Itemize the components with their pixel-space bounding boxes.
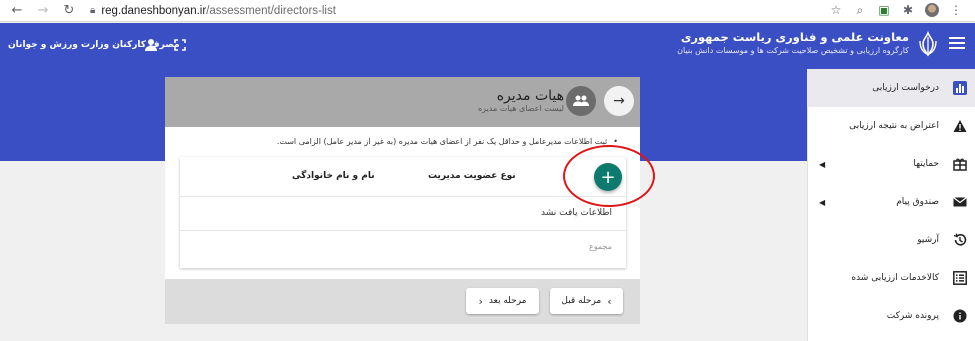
browser-nav: ← → ↻: [0, 3, 76, 18]
column-header-full-name[interactable]: نام و نام خانوادگی: [292, 171, 375, 181]
list-icon: [953, 271, 967, 285]
forward-arrow-icon[interactable]: →: [36, 3, 50, 18]
chevron-right-icon: ›: [607, 294, 612, 308]
reload-icon[interactable]: ↻: [62, 3, 76, 18]
sidebar-item-label: کالاخدمات ارزیابی شده: [851, 273, 939, 283]
people-icon: [573, 95, 589, 106]
sidebar-item-supports[interactable]: ◀ حمایتها: [807, 145, 975, 183]
sidebar-item-label: درخواست ارزیابی: [872, 83, 939, 93]
sidebar-item-company-file[interactable]: پرونده شرکت: [807, 297, 975, 335]
arrow-right-icon: →: [613, 93, 625, 109]
sidebar-item-assessed-products[interactable]: کالاخدمات ارزیابی شده: [807, 259, 975, 297]
profile-avatar[interactable]: [925, 3, 939, 17]
browser-extensions: ☆ ⌕ ▣ ✱ ⋮: [829, 3, 963, 17]
page-subtitle: لیست اعضای هیات مدیره: [477, 104, 564, 113]
highlight-circle: [563, 145, 655, 207]
extension-icon[interactable]: ▣: [877, 3, 891, 17]
back-arrow-icon[interactable]: ←: [10, 3, 24, 18]
chevron-left-icon: ‹: [478, 294, 483, 308]
org-subtitle: کارگروه ارزیابی و تشخیص صلاحیت شرکت ها و…: [677, 46, 909, 55]
sidebar-item-archive[interactable]: آرشیو: [807, 221, 975, 259]
directors-table: نوع عضویت مدیریت نام و نام خانوادگی اطلا…: [180, 157, 626, 268]
lock-icon[interactable]: 🔒︎: [90, 5, 95, 16]
table-header-row: نوع عضویت مدیریت نام و نام خانوادگی: [180, 157, 626, 197]
sidebar-item-inbox[interactable]: ◀ صندوق پیام: [807, 183, 975, 221]
sidebar-item-label: اعتراض به نتیجه ارزیابی: [849, 121, 939, 131]
previous-step-label: مرحله قبل: [561, 296, 602, 306]
sidebar-item-label: پرونده شرکت: [886, 311, 939, 321]
browser-toolbar: ← → ↻ 🔒︎ reg.daneshbonyan.ir/assessment/…: [0, 0, 975, 22]
bar-chart-icon: [953, 81, 967, 95]
sidebar-item-assessment-request[interactable]: درخواست ارزیابی: [807, 69, 975, 107]
page-title: هیات مدیره: [496, 88, 564, 104]
total-label: مجموع: [589, 242, 612, 251]
group-icon: [566, 86, 596, 116]
info-icon: [953, 309, 967, 323]
column-header-membership-type[interactable]: نوع عضویت مدیریت: [428, 171, 516, 181]
table-row: اطلاعات یافت نشد: [180, 197, 626, 231]
requirement-notice: ثبت اطلاعات مدیرعامل و حداقل یک نفر از ا…: [277, 137, 618, 146]
sidebar: درخواست ارزیابی اعتراض به نتیجه ارزیابی …: [807, 69, 975, 341]
fullscreen-icon[interactable]: [174, 39, 186, 51]
previous-step-button[interactable]: › مرحله قبل: [550, 288, 623, 314]
user-icon[interactable]: [144, 38, 158, 52]
sidebar-item-label: حمایتها: [913, 159, 939, 169]
empty-message: اطلاعات یافت نشد: [541, 208, 612, 218]
hamburger-menu-icon[interactable]: [949, 37, 965, 49]
puzzle-icon[interactable]: ✱: [901, 3, 915, 17]
sidebar-item-label: صندوق پیام: [896, 197, 939, 207]
browser-menu-icon[interactable]: ⋮: [949, 3, 963, 17]
warning-icon: [953, 120, 967, 132]
next-step-label: مرحله بعد: [488, 296, 527, 306]
history-icon: [953, 233, 967, 246]
org-title: معاونت علمی و فناوری ریاست جمهوری: [680, 30, 909, 44]
next-step-button[interactable]: مرحله بعد ‹: [466, 288, 539, 314]
address-bar[interactable]: reg.daneshbonyan.ir/assessment/directors…: [101, 5, 336, 17]
caret-left-icon: ◀: [819, 159, 826, 169]
mail-icon: [953, 197, 967, 207]
sidebar-item-label: آرشیو: [917, 235, 939, 245]
emblem-logo-icon: [919, 31, 937, 57]
url-domain: reg.daneshbonyan.ir: [101, 4, 207, 17]
caret-left-icon: ◀: [819, 197, 826, 207]
bookmark-star-icon[interactable]: ☆: [829, 3, 843, 17]
search-icon[interactable]: ⌕: [853, 3, 867, 17]
back-button[interactable]: →: [604, 86, 634, 116]
url-path: /assessment/directors-list: [206, 4, 336, 17]
gift-icon: [953, 158, 967, 171]
sidebar-item-objection[interactable]: اعتراض به نتیجه ارزیابی: [807, 107, 975, 145]
